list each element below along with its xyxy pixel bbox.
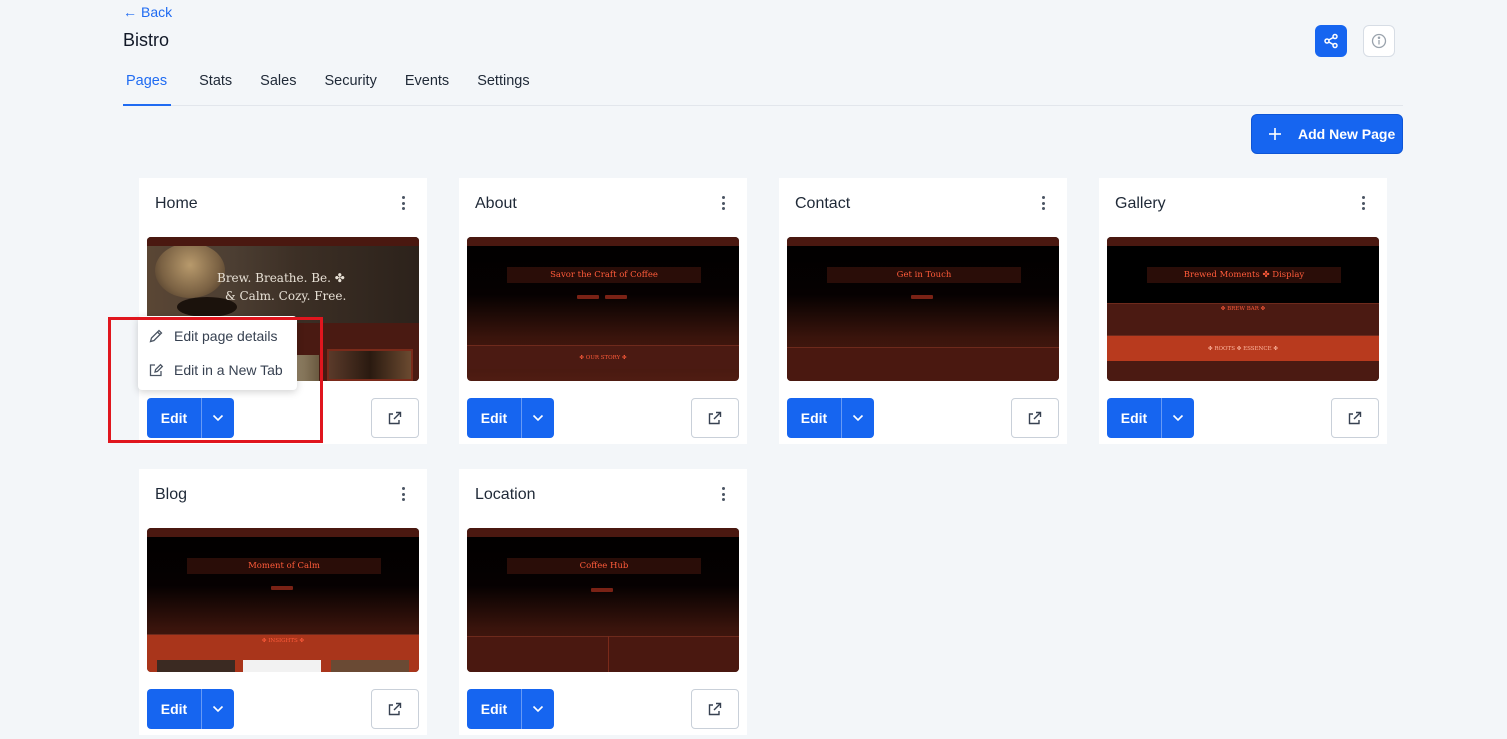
card-title: About — [475, 195, 517, 212]
thumb-banner: Savor the Craft of Coffee — [507, 267, 701, 283]
more-options-icon[interactable] — [715, 194, 731, 212]
open-external-button[interactable] — [691, 398, 739, 438]
more-options-icon[interactable] — [1035, 194, 1051, 212]
edit-split-button[interactable]: Edit — [147, 689, 234, 729]
tab-stats[interactable]: Stats — [199, 66, 232, 106]
add-new-page-label: Add New Page — [1298, 126, 1396, 142]
page-thumbnail: Coffee Hub — [467, 528, 739, 672]
thumb-banner: Moment of Calm — [187, 558, 381, 574]
external-link-icon — [708, 702, 722, 716]
edit-dropdown-menu: Edit page details Edit in a New Tab — [138, 316, 297, 390]
edit-dropdown-toggle[interactable] — [202, 689, 234, 729]
arrow-left-icon: ← — [123, 4, 137, 20]
edit-button[interactable]: Edit — [467, 689, 522, 729]
add-new-page-button[interactable]: Add New Page — [1251, 114, 1403, 154]
edit-dropdown-toggle[interactable] — [522, 689, 554, 729]
thumb-strip-2: ✤ ROOTS ✤ ESSENCE ✤ — [1107, 335, 1379, 361]
tab-pages[interactable]: Pages — [123, 66, 172, 106]
chevron-down-icon — [852, 414, 864, 422]
back-label: Back — [141, 4, 173, 20]
back-link[interactable]: ← Back — [123, 4, 172, 20]
tab-bar: Pages Stats Sales Security Events Settin… — [123, 66, 1403, 106]
thumb-headline-2: & Calm. Cozy. Free. — [225, 289, 347, 303]
menu-item-edit-page-details[interactable]: Edit page details — [138, 319, 297, 353]
external-link-icon — [1028, 411, 1042, 425]
menu-item-edit-new-tab[interactable]: Edit in a New Tab — [138, 353, 297, 387]
page-card-location: Location Coffee Hub Edit — [459, 469, 747, 735]
chevron-down-icon — [532, 414, 544, 422]
open-external-button[interactable] — [371, 398, 419, 438]
chevron-down-icon — [532, 705, 544, 713]
menu-item-label: Edit page details — [174, 328, 278, 344]
edit-button[interactable]: Edit — [467, 398, 522, 438]
share-icon — [1324, 33, 1338, 49]
card-title: Contact — [795, 195, 851, 212]
external-link-icon — [708, 411, 722, 425]
menu-item-label: Edit in a New Tab — [174, 362, 283, 378]
page-card-blog: Blog Moment of Calm ✤ INSIGHTS ✤ Edit — [139, 469, 427, 735]
card-title: Home — [155, 195, 198, 212]
info-icon — [1371, 33, 1387, 49]
more-options-icon[interactable] — [395, 485, 411, 503]
card-title: Location — [475, 486, 536, 503]
chevron-down-icon — [212, 414, 224, 422]
edit-dropdown-toggle[interactable] — [522, 398, 554, 438]
open-external-button[interactable] — [691, 689, 739, 729]
more-options-icon[interactable] — [395, 194, 411, 212]
open-external-button[interactable] — [1331, 398, 1379, 438]
edit-dropdown-toggle[interactable] — [202, 398, 234, 438]
edit-dropdown-toggle[interactable] — [842, 398, 874, 438]
page-thumbnail: Get in Touch — [787, 237, 1059, 381]
share-button[interactable] — [1315, 25, 1347, 57]
info-button[interactable] — [1363, 25, 1395, 57]
tab-sales[interactable]: Sales — [260, 66, 296, 106]
page-thumbnail: Moment of Calm ✤ INSIGHTS ✤ — [147, 528, 419, 672]
page-card-about: About Savor the Craft of Coffee ✤ OUR ST… — [459, 178, 747, 444]
edit-split-button[interactable]: Edit — [467, 689, 554, 729]
plus-icon — [1269, 128, 1281, 140]
edit-square-icon — [149, 363, 164, 377]
thumb-banner: Get in Touch — [827, 267, 1021, 283]
external-link-icon — [1348, 411, 1362, 425]
tab-settings[interactable]: Settings — [477, 66, 529, 106]
thumb-strip: ✤ BREW BAR ✤ — [1107, 303, 1379, 335]
chevron-down-icon — [212, 705, 224, 713]
pencil-icon — [149, 329, 163, 343]
edit-button[interactable]: Edit — [1107, 398, 1162, 438]
edit-split-button[interactable]: Edit — [1107, 398, 1194, 438]
open-external-button[interactable] — [1011, 398, 1059, 438]
page-card-gallery: Gallery Brewed Moments ✤ Display ✤ BREW … — [1099, 178, 1387, 444]
page-title: Bistro — [123, 30, 170, 50]
thumb-strip: ✤ OUR STORY ✤ — [467, 345, 739, 369]
page-thumbnail: Savor the Craft of Coffee ✤ OUR STORY ✤ — [467, 237, 739, 381]
edit-button[interactable]: Edit — [787, 398, 842, 438]
edit-button[interactable]: Edit — [147, 398, 202, 438]
edit-split-button[interactable]: Edit — [467, 398, 554, 438]
edit-button[interactable]: Edit — [147, 689, 202, 729]
external-link-icon — [388, 702, 402, 716]
thumb-headline-1: Brew. Breathe. Be. ✤ — [217, 271, 345, 285]
more-options-icon[interactable] — [1355, 194, 1371, 212]
edit-split-button[interactable]: Edit — [147, 398, 234, 438]
page-card-contact: Contact Get in Touch Edit — [779, 178, 1067, 444]
thumb-banner: Coffee Hub — [507, 558, 701, 574]
external-link-icon — [388, 411, 402, 425]
more-options-icon[interactable] — [715, 485, 731, 503]
chevron-down-icon — [1172, 414, 1184, 422]
tab-security[interactable]: Security — [324, 66, 376, 106]
open-external-button[interactable] — [371, 689, 419, 729]
page-thumbnail: Brewed Moments ✤ Display ✤ BREW BAR ✤ ✤ … — [1107, 237, 1379, 381]
edit-split-button[interactable]: Edit — [787, 398, 874, 438]
page-card-home: Home Brew. Breathe. Be. ✤ & Calm. Cozy. … — [139, 178, 427, 444]
tab-events[interactable]: Events — [405, 66, 449, 106]
card-title: Gallery — [1115, 195, 1166, 212]
card-title: Blog — [155, 486, 188, 503]
edit-dropdown-toggle[interactable] — [1162, 398, 1194, 438]
thumb-banner: Brewed Moments ✤ Display — [1147, 267, 1341, 283]
